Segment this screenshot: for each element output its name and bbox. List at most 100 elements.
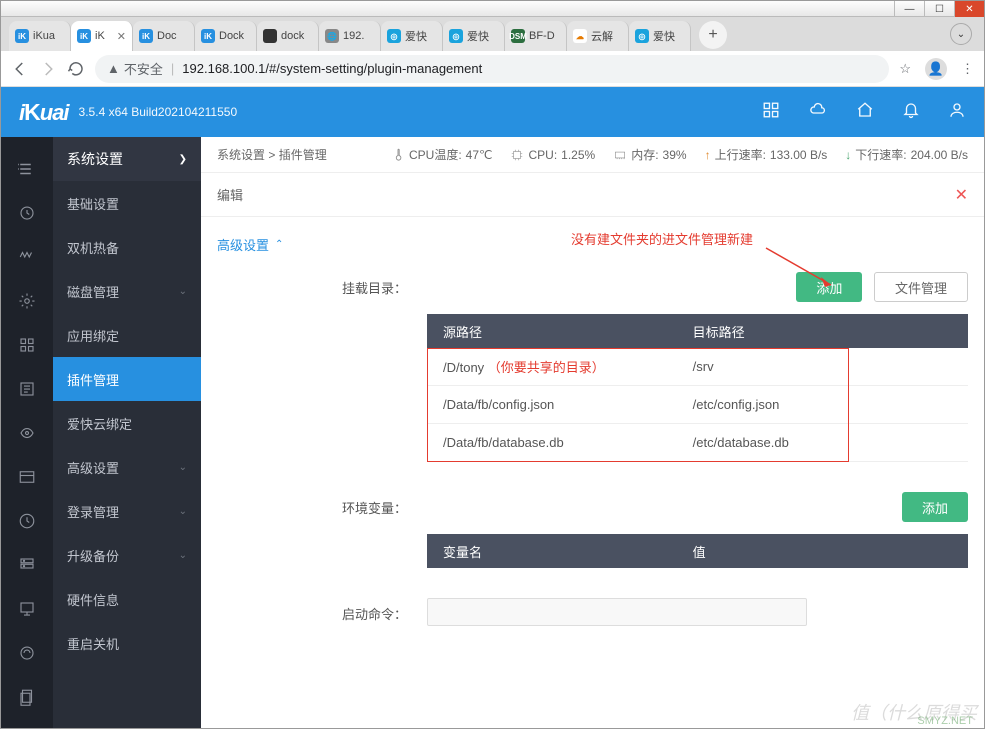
browser-tab[interactable]: iKiKua	[9, 21, 71, 51]
sidebar-item-1[interactable]: 双机热备	[53, 225, 201, 269]
mount-table-row[interactable]: /D/tony （你要共享的目录）/srv	[427, 348, 968, 386]
sidebar-head-label: 系统设置	[67, 149, 123, 169]
download-label: 下行速率:	[855, 146, 906, 163]
cpu-icon	[510, 148, 524, 162]
mount-table-row[interactable]: /Data/fb/database.db/etc/database.db	[427, 424, 968, 462]
favicon-icon: iK	[201, 29, 215, 43]
edit-title: 编辑	[217, 185, 243, 204]
browser-tab[interactable]: iK iK ✕	[71, 21, 133, 51]
mount-src-cell: /Data/fb/database.db	[427, 435, 687, 450]
apps-icon[interactable]	[762, 101, 780, 124]
user-icon[interactable]	[948, 101, 966, 124]
sidebar-item-6[interactable]: 高级设置⌄	[53, 445, 201, 489]
browser-tab[interactable]: 🌐192.	[319, 21, 381, 51]
tab-label: 爱快	[405, 28, 427, 44]
sidebar-icon-10[interactable]	[18, 587, 36, 631]
window-titlebar: — ☐ ✕	[1, 1, 984, 17]
sidebar-item-label: 插件管理	[67, 370, 119, 389]
file-manager-button[interactable]: 文件管理	[874, 272, 968, 302]
mount-src-cell: /Data/fb/config.json	[427, 397, 687, 412]
mount-dst-cell: /etc/database.db	[687, 435, 968, 450]
favicon-icon: 🌐	[325, 29, 339, 43]
browser-tab[interactable]: iKDock	[195, 21, 257, 51]
mem-value: 39%	[663, 148, 687, 162]
sidebar-icon-4[interactable]	[18, 323, 36, 367]
window-maximize-button[interactable]: ☐	[924, 1, 954, 17]
sidebar-icon-11[interactable]	[18, 631, 36, 675]
tab-label: iK	[95, 30, 105, 42]
close-icon[interactable]: ✕	[955, 185, 968, 205]
reload-button[interactable]	[67, 60, 85, 78]
sidebar-item-0[interactable]: 基础设置	[53, 181, 201, 225]
browser-tab[interactable]: ◎爱快	[443, 21, 505, 51]
sidebar-section-head[interactable]: 系统设置 ❯	[53, 137, 201, 181]
new-tab-button[interactable]: +	[699, 21, 727, 49]
window-close-button[interactable]: ✕	[954, 1, 984, 17]
sidebar-icon-7[interactable]	[18, 455, 36, 499]
browser-tab[interactable]: dock	[257, 21, 319, 51]
profile-icon[interactable]: 👤	[925, 58, 947, 80]
mount-table-row[interactable]: /Data/fb/config.json/etc/config.json	[427, 386, 968, 424]
favicon-icon: ☁	[573, 29, 587, 43]
favicon-icon: ◎	[387, 29, 401, 43]
breadcrumb-1[interactable]: 系统设置	[217, 148, 265, 162]
sidebar-icon-8[interactable]	[18, 499, 36, 543]
sidebar-item-9[interactable]: 硬件信息	[53, 577, 201, 621]
tab-label: BF-D	[529, 30, 555, 42]
section-advanced-label: 高级设置	[217, 235, 269, 254]
favicon-icon: DSM	[511, 29, 525, 43]
sidebar-item-7[interactable]: 登录管理⌄	[53, 489, 201, 533]
download-icon: ↓	[845, 148, 851, 162]
tab-label: dock	[281, 30, 304, 42]
cpu-temp-value: 47℃	[466, 148, 493, 162]
tab-close-icon[interactable]: ✕	[117, 30, 126, 43]
tab-label: Doc	[157, 30, 177, 42]
address-bar[interactable]: ▲ 不安全 | 192.168.100.1/#/system-setting/p…	[95, 55, 889, 83]
back-button[interactable]	[11, 60, 29, 78]
sidebar-icon-12[interactable]	[18, 675, 36, 719]
browser-tab[interactable]: DSM BF-D	[505, 21, 567, 51]
upload-label: 上行速率:	[715, 146, 766, 163]
mount-src-cell: /D/tony （你要共享的目录）	[427, 357, 687, 376]
chevron-down-icon: ⌄	[179, 462, 187, 473]
mem-label: 内存:	[631, 146, 658, 163]
bookmark-icon[interactable]: ☆	[899, 61, 911, 77]
sidebar-item-label: 应用绑定	[67, 326, 119, 345]
breadcrumb-2[interactable]: 插件管理	[279, 148, 327, 162]
sidebar-item-5[interactable]: 爱快云绑定	[53, 401, 201, 445]
browser-tab[interactable]: iKDoc	[133, 21, 195, 51]
tab-label: iKua	[33, 30, 55, 42]
sidebar-item-label: 双机热备	[67, 238, 119, 257]
sidebar-icon-6[interactable]	[18, 411, 36, 455]
cloud-icon[interactable]	[808, 101, 828, 124]
sidebar-icon-0[interactable]	[18, 147, 36, 191]
sidebar-item-2[interactable]: 磁盘管理⌄	[53, 269, 201, 313]
sidebar-icon-3[interactable]	[18, 279, 36, 323]
home-icon[interactable]	[856, 101, 874, 124]
forward-button[interactable]	[39, 60, 57, 78]
menu-icon[interactable]: ⋮	[961, 61, 974, 77]
sidebar-icon-9[interactable]	[18, 543, 36, 587]
browser-tab[interactable]: ◎爱快	[629, 21, 691, 51]
sidebar-icon-5[interactable]	[18, 367, 36, 411]
sidebar-icon-1[interactable]	[18, 191, 36, 235]
tab-dropdown-button[interactable]: ⌄	[950, 23, 972, 45]
favicon-icon: iK	[77, 29, 91, 43]
add-env-button[interactable]: 添加	[902, 492, 968, 522]
env-head-val: 值	[687, 542, 968, 561]
favicon-icon: ◎	[449, 29, 463, 43]
env-var-label: 环境变量：	[217, 492, 427, 517]
sidebar-item-3[interactable]: 应用绑定	[53, 313, 201, 357]
browser-tab[interactable]: ☁云解	[567, 21, 629, 51]
sidebar-item-label: 爱快云绑定	[67, 414, 132, 433]
cpu-value: 1.25%	[561, 148, 595, 162]
sidebar-item-10[interactable]: 重启关机	[53, 621, 201, 665]
start-cmd-input[interactable]	[427, 598, 807, 626]
browser-tab[interactable]: ◎ 爱快	[381, 21, 443, 51]
window-minimize-button[interactable]: —	[894, 1, 924, 17]
sidebar-item-4[interactable]: 插件管理	[53, 357, 201, 401]
browser-toolbar: ▲ 不安全 | 192.168.100.1/#/system-setting/p…	[1, 51, 984, 87]
sidebar-icon-2[interactable]	[18, 235, 36, 279]
bell-icon[interactable]	[902, 101, 920, 124]
sidebar-item-8[interactable]: 升级备份⌄	[53, 533, 201, 577]
